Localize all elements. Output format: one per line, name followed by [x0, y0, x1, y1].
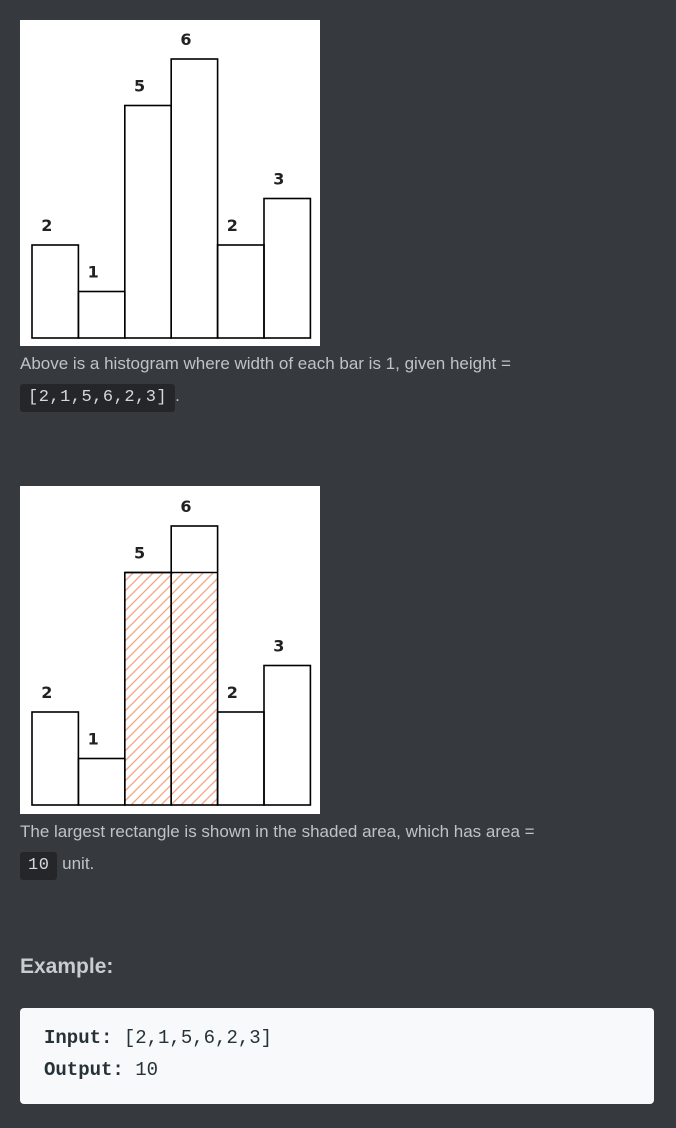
example-input-line: Input: [2,1,5,6,2,3]	[44, 1027, 272, 1049]
bar-label: 2	[41, 216, 52, 235]
description-unit: unit.	[57, 854, 95, 873]
input-label: Input:	[44, 1027, 113, 1049]
example-output-line: Output: 10	[44, 1059, 158, 1081]
output-label: Output:	[44, 1059, 124, 1081]
histogram-description: Above is a histogram where width of each…	[20, 348, 660, 412]
output-value: 10	[135, 1059, 159, 1081]
bar-label: 2	[227, 683, 238, 702]
histogram-bar	[77, 757, 126, 806]
histogram-bar	[216, 711, 265, 806]
heights-code: [2,1,5,6,2,3]	[20, 384, 176, 412]
histogram-bar	[31, 711, 80, 806]
histogram-figure: 2 1 5 6 2 3	[20, 20, 320, 346]
histogram-chart: 2 1 5 6 2 3	[31, 30, 312, 339]
description-text: Above is a histogram where width of each…	[20, 354, 511, 373]
bar-label: 2	[227, 216, 238, 235]
bar-label: 1	[88, 263, 99, 282]
bar-label: 5	[134, 544, 145, 563]
bar-label: 6	[180, 497, 191, 516]
problem-description: 2 1 5 6 2 3 Above is a histogram where width …	[0, 0, 676, 1128]
description-period: .	[175, 386, 180, 405]
bar-label: 3	[273, 170, 284, 189]
bar-label: 5	[134, 77, 145, 96]
histogram-shaded-figure: 2 1 5 6 2 3	[20, 486, 320, 814]
histogram-bar	[263, 664, 312, 806]
input-value: [2,1,5,6,2,3]	[123, 1027, 273, 1049]
bar-label: 3	[273, 637, 284, 656]
bar-label: 1	[88, 730, 99, 749]
histogram-bar	[31, 244, 80, 339]
bar-label: 6	[180, 30, 191, 49]
example-heading: Example:	[20, 955, 114, 978]
area-code: 10	[20, 852, 58, 880]
area-description: The largest rectangle is shown in the sh…	[20, 816, 660, 880]
histogram-bar	[77, 290, 126, 339]
description-text: The largest rectangle is shown in the sh…	[20, 822, 535, 841]
histogram-bar	[263, 197, 312, 339]
example-code-block: Input: [2,1,5,6,2,3] Output: 10	[20, 1008, 654, 1104]
histogram-bar	[216, 244, 265, 339]
histogram-shaded-chart: 2 1 5 6 2 3	[31, 497, 312, 806]
bar-label: 2	[41, 683, 52, 702]
histogram-bar	[170, 58, 219, 339]
histogram-bar	[124, 104, 173, 339]
